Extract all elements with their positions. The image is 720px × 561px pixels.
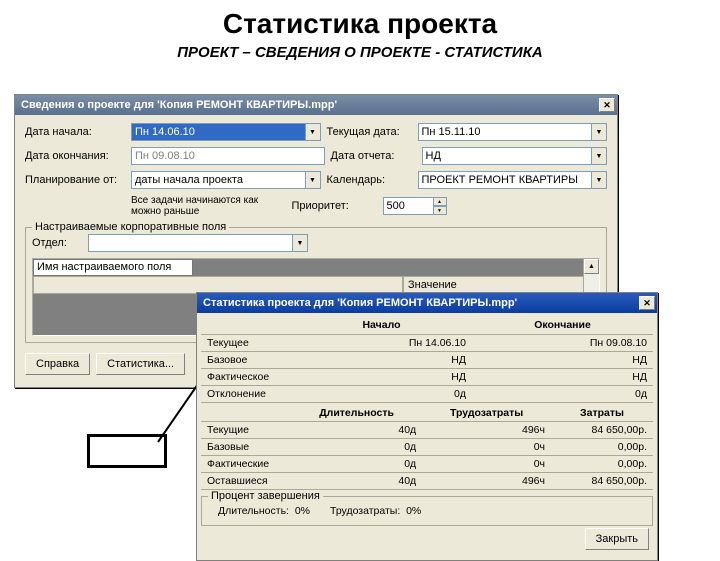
calendar-label: Календарь: <box>327 174 412 186</box>
slide-subtitle: ПРОЕКТ – СВЕДЕНИЯ О ПРОЕКТЕ - СТАТИСТИКА <box>0 44 720 69</box>
titlebar: Статистика проекта для 'Копия РЕМОНТ КВА… <box>197 293 657 313</box>
all-tasks-hint: Все задачи начинаются как можно раньше <box>131 195 286 217</box>
table-row: Фактические0д0ч0,00р. <box>201 456 653 473</box>
priority-spinner[interactable]: 500 ▲ ▼ <box>383 197 447 215</box>
start-date-combo[interactable]: Пн 14.06.10 ▼ <box>131 123 321 141</box>
chevron-down-icon[interactable]: ▼ <box>591 171 607 189</box>
chevron-down-icon[interactable]: ▼ <box>591 147 607 165</box>
close-icon[interactable]: ✕ <box>599 98 615 112</box>
spinner-down-icon[interactable]: ▼ <box>433 206 447 215</box>
chevron-down-icon[interactable]: ▼ <box>305 123 321 141</box>
duration-header: Длительность <box>291 405 422 422</box>
start-header: Начало <box>291 317 472 334</box>
priority-label: Приоритет: <box>292 200 377 212</box>
chevron-down-icon[interactable]: ▼ <box>292 234 308 252</box>
close-icon[interactable]: ✕ <box>639 296 655 310</box>
table-row: БазовоеНДНД <box>201 351 653 368</box>
cost-header: Затраты <box>551 405 653 422</box>
dept-combo[interactable]: ▼ <box>88 234 308 252</box>
help-button[interactable]: Справка <box>25 353 90 375</box>
highlight-annotation <box>87 434 167 468</box>
close-button[interactable]: Закрыть <box>585 528 649 550</box>
calendar-combo[interactable]: ПРОЕКТ РЕМОНТ КВАРТИРЫ ▼ <box>418 171 608 189</box>
dates-table: Начало Окончание ТекущееПн 14.06.10Пн 09… <box>201 317 653 403</box>
start-date-label: Дата начала: <box>25 126 125 138</box>
plan-from-label: Планирование от: <box>25 174 125 186</box>
completion-group: Процент завершения Длительность: 0% Труд… <box>201 496 653 526</box>
current-date-label: Текущая дата: <box>327 126 412 138</box>
report-date-label: Дата отчета: <box>331 150 416 162</box>
table-row: Текущие40д496ч84 650,00р. <box>201 422 653 439</box>
current-date-combo[interactable]: Пн 15.11.10 ▼ <box>418 123 608 141</box>
end-date-field: Пн 09.08.10 <box>131 147 325 165</box>
chevron-down-icon[interactable]: ▼ <box>591 123 607 141</box>
table-row: ФактическоеНДНД <box>201 368 653 385</box>
report-date-combo[interactable]: НД ▼ <box>422 147 608 165</box>
work-header: Трудозатраты <box>422 405 551 422</box>
project-statistics-dialog: Статистика проекта для 'Копия РЕМОНТ КВА… <box>196 292 658 561</box>
table-row: Базовые0д0ч0,00р. <box>201 439 653 456</box>
plan-from-combo[interactable]: даты начала проекта ▼ <box>131 171 321 189</box>
scroll-up-icon[interactable]: ▲ <box>584 259 599 274</box>
statistics-button[interactable]: Статистика... <box>96 353 185 375</box>
slide-title: Статистика проекта <box>0 0 720 44</box>
dept-label: Отдел: <box>32 237 82 249</box>
chevron-down-icon[interactable]: ▼ <box>305 171 321 189</box>
table-row: Отклонение0д0д <box>201 385 653 402</box>
window-title: Статистика проекта для 'Копия РЕМОНТ КВА… <box>203 297 639 309</box>
window-title: Сведения о проекте для 'Копия РЕМОНТ КВА… <box>21 99 599 111</box>
field-name-input[interactable]: Имя настраиваемого поля <box>33 259 193 276</box>
group-title: Настраиваемые корпоративные поля <box>32 221 229 233</box>
end-header: Окончание <box>472 317 653 334</box>
completion-title: Процент завершения <box>208 490 323 502</box>
spinner-up-icon[interactable]: ▲ <box>433 197 447 206</box>
titlebar: Сведения о проекте для 'Копия РЕМОНТ КВА… <box>15 95 617 115</box>
table-row: Оставшиеся40д496ч84 650,00р. <box>201 473 653 490</box>
table-row: ТекущееПн 14.06.10Пн 09.08.10 <box>201 334 653 351</box>
metrics-table: Длительность Трудозатраты Затраты Текущи… <box>201 405 653 491</box>
end-date-label: Дата окончания: <box>25 150 125 162</box>
